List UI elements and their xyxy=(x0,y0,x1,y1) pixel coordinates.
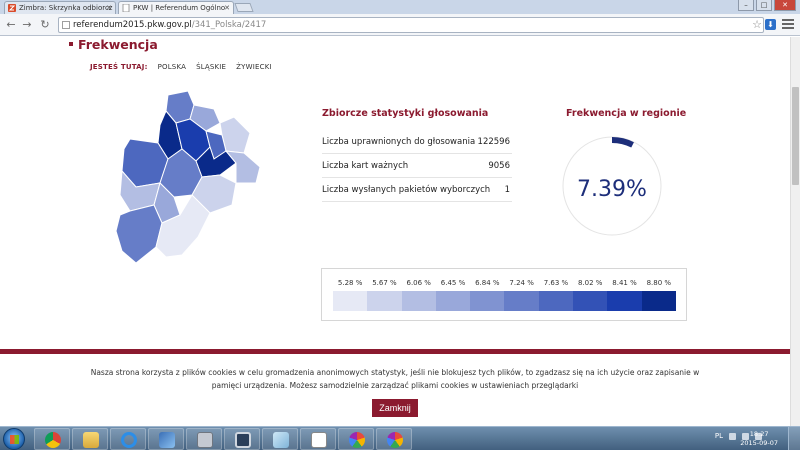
minimize-icon[interactable]: – xyxy=(738,0,754,11)
document-taskbar-icon[interactable] xyxy=(300,428,336,450)
clock-date: 2015-09-07 xyxy=(740,439,778,447)
clock-time: 18:27 xyxy=(749,430,769,438)
url-path: /341_Polska/2417 xyxy=(191,20,267,30)
legend-label: 8.02 % xyxy=(577,279,603,287)
stat-row-valid-cards: Liczba kart ważnych 9056 xyxy=(322,154,512,178)
tray-arrow-icon[interactable] xyxy=(729,432,736,440)
taskbar: PL 18:27 2015-09-07 xyxy=(0,426,800,450)
tab-label: PKW | Referendum Ogólno xyxy=(133,4,226,12)
legend-swatch xyxy=(607,291,642,311)
app-taskbar-icon[interactable] xyxy=(186,428,222,450)
browser-toolbar: ← → ↻ referendum2015.pkw.gov.pl/341_Pols… xyxy=(0,14,800,36)
legend-swatch xyxy=(401,291,436,311)
map-commune[interactable] xyxy=(115,204,163,264)
legend-label: 6.06 % xyxy=(406,279,431,287)
breadcrumb-label: JESTEŚ TUTAJ: xyxy=(90,63,148,71)
stat-label: Liczba wysłanych pakietów wyborczych xyxy=(322,185,491,195)
explorer-taskbar-icon[interactable] xyxy=(72,428,108,450)
close-tab-icon[interactable]: ✕ xyxy=(106,2,112,14)
language-indicator[interactable]: PL xyxy=(715,432,723,440)
browser-tab-strip: Zimbra: Skrzynka odbiorcz ✕ PKW | Refere… xyxy=(0,0,800,14)
legend-swatch xyxy=(641,291,676,311)
legend-swatch xyxy=(367,291,402,311)
breadcrumb: JESTEŚ TUTAJ: POLSKA ŚLĄSKIE ŻYWIECKI xyxy=(90,63,272,71)
legend-swatch xyxy=(333,291,368,311)
stat-row-eligible: Liczba uprawnionych do głosowania 122596 xyxy=(322,130,512,154)
page-viewport: Frekwencja JESTEŚ TUTAJ: POLSKA ŚLĄSKIE … xyxy=(0,37,790,426)
download-extension-icon[interactable]: ⬇ xyxy=(765,19,776,30)
tab-zimbra[interactable]: Zimbra: Skrzynka odbiorcz ✕ xyxy=(4,1,116,14)
stat-label: Liczba kart ważnych xyxy=(322,161,409,171)
page-info-icon xyxy=(62,21,70,29)
zimbra-favicon-icon xyxy=(8,4,16,12)
stat-value: 1 xyxy=(504,185,510,195)
menu-icon[interactable] xyxy=(782,19,794,31)
legend-swatch xyxy=(504,291,539,311)
section-title: Frekwencja xyxy=(69,37,158,52)
bookmark-star-icon[interactable]: ☆ xyxy=(752,18,762,32)
ie-taskbar-icon[interactable] xyxy=(110,428,146,450)
media-taskbar-icon[interactable] xyxy=(148,428,184,450)
tab-label: Zimbra: Skrzynka odbiorcz xyxy=(19,4,113,12)
new-tab-button[interactable] xyxy=(234,3,254,12)
back-icon[interactable]: ← xyxy=(4,18,18,32)
picasa-viewer-taskbar-icon[interactable] xyxy=(376,428,412,450)
scrollbar-thumb[interactable] xyxy=(792,87,799,185)
breadcrumb-item-slaskie[interactable]: ŚLĄSKIE xyxy=(196,63,226,71)
breadcrumb-item-polska[interactable]: POLSKA xyxy=(158,63,187,71)
legend-label: 7.24 % xyxy=(509,279,534,287)
legend-label: 5.67 % xyxy=(372,279,397,287)
legend-swatch xyxy=(435,291,471,311)
close-window-icon[interactable]: ✕ xyxy=(774,0,796,11)
picasa-taskbar-icon[interactable] xyxy=(338,428,374,450)
monitor-taskbar-icon[interactable] xyxy=(224,428,260,450)
clock[interactable]: 18:27 2015-09-07 xyxy=(740,430,778,448)
stats-table: Liczba uprawnionych do głosowania 122596… xyxy=(322,130,512,202)
turnout-value: 7.39% xyxy=(577,177,647,202)
legend-labels: 5.28 % 5.67 % 6.06 % 6.45 % 6.84 % 7.24 % 7.63… xyxy=(333,279,676,287)
stat-row-packages: Liczba wysłanych pakietów wyborczych 1 xyxy=(322,178,512,202)
reload-icon[interactable]: ↻ xyxy=(38,18,52,32)
stat-label: Liczba uprawnionych do głosowania xyxy=(322,137,476,147)
notes-taskbar-icon[interactable] xyxy=(262,428,298,450)
breadcrumb-item-zywiecki[interactable]: ŻYWIECKI xyxy=(236,63,272,71)
legend-swatch xyxy=(573,291,608,311)
legend-label: 6.84 % xyxy=(475,279,500,287)
close-tab-icon[interactable]: ✕ xyxy=(224,2,230,14)
address-bar[interactable]: referendum2015.pkw.gov.pl/341_Polska/241… xyxy=(58,17,764,33)
cookie-banner: Nasza strona korzysta z plików cookies w… xyxy=(0,354,790,426)
tab-pkw[interactable]: PKW | Referendum Ogólno ✕ xyxy=(118,1,234,14)
page-favicon-icon xyxy=(122,4,130,12)
legend-bar xyxy=(333,291,676,311)
stat-value: 122596 xyxy=(477,137,510,147)
turnout-gauge-arc xyxy=(611,137,634,148)
legend-label: 7.63 % xyxy=(543,279,569,287)
legend-label: 8.41 % xyxy=(612,279,637,287)
stats-title: Zbiorcze statystyki głosowania xyxy=(322,108,489,119)
scrollbar[interactable] xyxy=(790,37,800,426)
url-host: referendum2015.pkw.gov.pl xyxy=(73,20,192,30)
cookie-text: Nasza strona korzysta z plików cookies w… xyxy=(90,368,700,390)
region-map xyxy=(115,90,261,264)
maximize-icon[interactable]: □ xyxy=(756,0,772,11)
legend-swatch xyxy=(470,291,505,311)
legend-label: 8.80 % xyxy=(646,279,672,287)
forward-icon[interactable]: → xyxy=(20,18,34,32)
stat-value: 9056 xyxy=(488,161,510,171)
show-desktop-button[interactable] xyxy=(788,427,800,450)
cookie-close-button[interactable]: Zamknij xyxy=(372,399,418,417)
legend-label: 6.45 % xyxy=(440,279,466,287)
start-button[interactable] xyxy=(3,428,25,450)
legend-swatch xyxy=(538,291,574,311)
legend-label: 5.28 % xyxy=(337,279,363,287)
chrome-taskbar-icon[interactable] xyxy=(34,428,70,450)
color-legend: 5.28 % 5.67 % 6.06 % 6.45 % 6.84 % 7.24 % 7.63… xyxy=(321,268,687,321)
window-controls: – □ ✕ xyxy=(738,0,796,11)
turnout-title: Frekwencja w regionie xyxy=(566,108,687,119)
